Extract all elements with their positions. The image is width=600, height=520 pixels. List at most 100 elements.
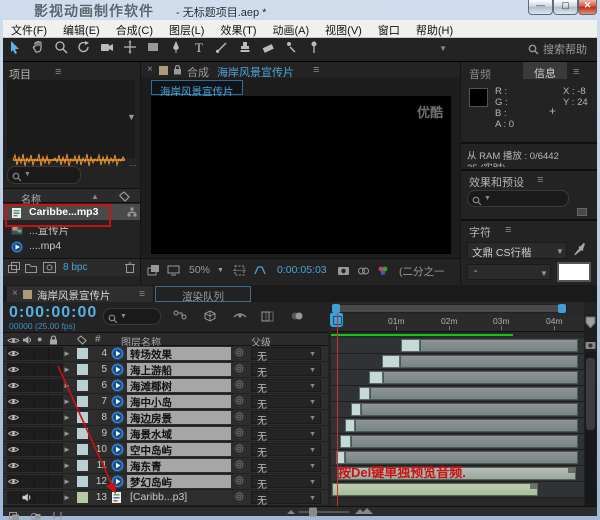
comp-button-icon[interactable] [585,340,596,350]
selection-tool[interactable] [3,38,26,60]
layer-bar[interactable] [332,483,538,496]
comp-marker-bin-icon[interactable] [585,316,596,328]
menu-item[interactable]: 图层(L) [161,20,212,38]
menu-item[interactable]: 动画(A) [265,20,318,38]
tab-composition[interactable]: 海岸风景宣传片 [151,80,243,95]
solo-icon[interactable]: ● [37,334,42,344]
solo-toggle[interactable] [35,459,49,472]
layer-bar-head[interactable] [369,371,383,384]
tag-icon[interactable] [77,335,87,345]
eye-toggle[interactable] [7,379,21,392]
lock-toggle[interactable] [49,347,63,360]
camera-tool[interactable] [95,38,118,60]
layer-name[interactable]: 海东青 [130,459,162,474]
parent-select[interactable]: 无▼ [251,459,321,472]
eye-toggle[interactable] [7,459,21,472]
panel-menu-icon[interactable]: ≡ [139,288,145,300]
eye-toggle[interactable] [7,347,21,360]
label-color-swatch[interactable] [77,476,88,487]
layer-bar-head[interactable] [401,339,420,352]
lock-toggle[interactable] [49,475,63,488]
layer-row[interactable]: ►10空中岛屿◎无▼ [3,442,328,458]
parent-select[interactable]: 无▼ [251,347,321,360]
effects-search-input[interactable]: ▼ [467,190,569,207]
layer-name[interactable]: 海景水域 [130,427,172,442]
label-color-swatch[interactable] [77,492,88,503]
lock-toggle[interactable] [49,459,63,472]
lock-icon[interactable] [173,65,182,75]
solo-toggle[interactable] [35,347,49,360]
time-ruler[interactable]: 01m02m03m04m [331,314,584,332]
type-tool[interactable]: T [187,38,210,60]
puppet-pin-tool[interactable] [302,38,325,60]
label-color-swatch[interactable] [77,396,88,407]
current-timecode[interactable]: 0:00:00:00 [9,304,97,322]
new-folder-icon[interactable] [25,262,37,273]
layer-bar[interactable] [361,403,578,416]
panel-menu-icon[interactable]: ≡ [313,64,319,76]
tab-render-queue[interactable]: 渲染队列 [155,286,251,302]
lock-toggle[interactable] [49,379,63,392]
layer-name[interactable]: 海边房景 [130,411,172,426]
work-area-start-handle[interactable] [332,304,340,313]
label-color-swatch[interactable] [77,444,88,455]
pick-whip-icon[interactable]: ◎ [235,395,244,406]
lock-toggle[interactable] [49,427,63,440]
menu-item[interactable]: 文件(F) [3,20,55,38]
label-color-swatch[interactable] [77,460,88,471]
layer-bar-head[interactable] [382,355,400,368]
parent-select[interactable]: 无▼ [251,363,321,376]
expand-layer-switches-icon[interactable] [9,512,20,520]
vertical-scrollbar[interactable] [585,352,596,510]
parent-select[interactable]: 无▼ [251,411,321,424]
always-preview-icon[interactable] [147,264,160,280]
help-search[interactable]: 搜索帮助 [528,41,587,58]
layer-bar-head[interactable] [351,403,361,416]
label-color-swatch[interactable] [77,364,88,375]
audio-toggle[interactable] [21,491,35,504]
pick-whip-icon[interactable]: ◎ [235,427,244,438]
parent-select[interactable]: 无▼ [251,395,321,408]
composition-mini-flowchart-icon[interactable] [173,310,187,328]
pick-whip-icon[interactable]: ◎ [235,411,244,422]
menu-item[interactable]: 视图(V) [317,20,370,38]
lock-icon[interactable] [49,335,58,345]
layer-bar-head[interactable] [359,387,370,400]
label-color-swatch[interactable] [77,412,88,423]
expand-arrow-icon[interactable]: ► [63,381,71,390]
eye-toggle[interactable] [7,411,21,424]
pick-whip-icon[interactable]: ◎ [235,475,244,486]
close-button[interactable]: ✕ [578,0,597,15]
expand-transfer-controls-icon[interactable] [30,512,41,520]
lock-toggle[interactable] [49,491,63,504]
label-color-swatch[interactable] [77,428,88,439]
label-color-swatch[interactable] [77,348,88,359]
layer-name[interactable]: 空中岛屿 [130,443,172,458]
layer-bar-head[interactable] [340,435,351,448]
expand-arrow-icon[interactable]: ► [63,461,71,470]
audio-toggle[interactable] [21,395,35,408]
layer-name[interactable]: 海中小岛 [130,395,172,410]
audio-toggle[interactable] [21,347,35,360]
layer-row[interactable]: ►9海景水域◎无▼ [3,426,328,442]
layer-name[interactable]: 转场效果 [130,347,172,362]
layer-row[interactable]: ►6海滩椰树◎无▼ [3,378,328,394]
layer-bar[interactable] [355,419,578,432]
show-snapshot-icon[interactable] [357,264,370,280]
solo-toggle[interactable] [35,379,49,392]
pick-whip-icon[interactable]: ◎ [235,443,244,454]
eye-toggle[interactable] [7,427,21,440]
audio-toggle[interactable] [21,379,35,392]
expand-arrow-icon[interactable]: ► [63,445,71,454]
eraser-tool[interactable] [256,38,279,60]
draft-3d-icon[interactable] [203,310,217,328]
panel-menu-icon[interactable]: ≡ [55,66,61,78]
resolution-select[interactable]: (二分之一 [399,264,445,279]
new-composition-icon[interactable] [43,262,56,273]
project-item-video[interactable]: ....mp4 [3,238,140,254]
eye-toggle[interactable] [7,363,21,376]
solo-toggle[interactable] [35,363,49,376]
stamp-tool[interactable] [233,38,256,60]
audio-toggle[interactable] [21,411,35,424]
chevron-down-icon[interactable]: ▼ [217,267,224,274]
